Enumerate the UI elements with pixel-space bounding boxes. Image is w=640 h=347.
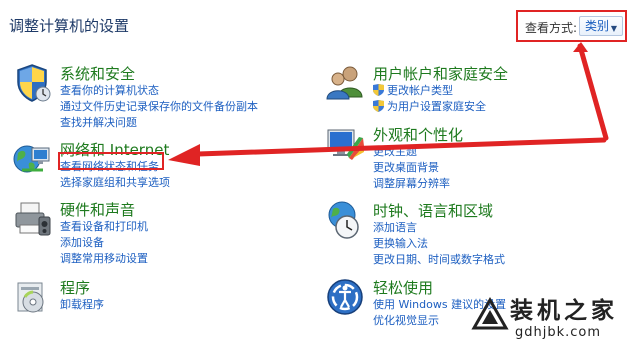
watermark-text: 装机之家 [510,298,618,324]
watermark-url: gdhjbk.com [515,325,602,340]
watermark-logo-icon [471,296,509,330]
